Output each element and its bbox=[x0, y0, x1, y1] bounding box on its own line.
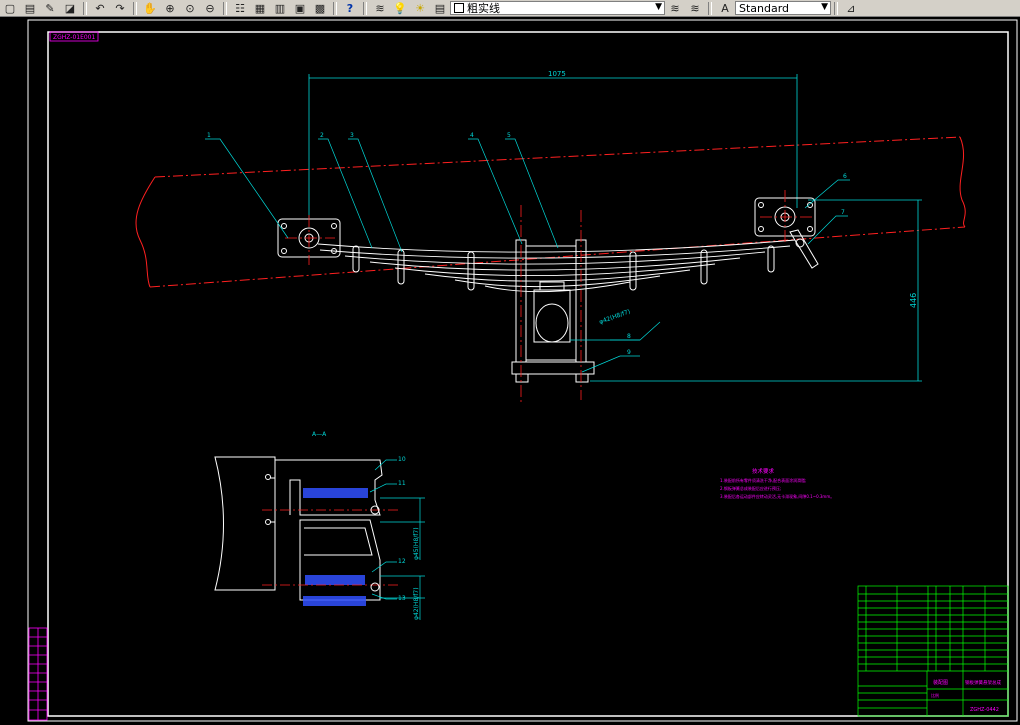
titleblock-scale: 比例 bbox=[931, 692, 939, 698]
make-current-icon[interactable]: ≋ bbox=[665, 1, 685, 16]
chevron-down-icon: ▼ bbox=[821, 2, 828, 12]
properties-icon[interactable]: ☷ bbox=[230, 1, 250, 16]
leader-label-3: 3 bbox=[350, 132, 354, 139]
toolbar-separator bbox=[83, 1, 87, 15]
titleblock-company: 装配图 bbox=[933, 679, 948, 686]
axle-seat bbox=[511, 239, 595, 383]
layer-manager-icon[interactable]: ≋ bbox=[370, 1, 390, 16]
chevron-down-icon: ▼ bbox=[655, 2, 662, 12]
new-icon[interactable]: ▢ bbox=[0, 1, 20, 16]
toolbar: ▢ ▤ ✎ ◪ ↶ ↷ ✋ ⊕ ⊙ ⊖ ☷ ▦ ▥ ▣ ▩ ? ≋ 💡 ☀ ▤ … bbox=[0, 0, 1020, 17]
centerlines bbox=[285, 190, 812, 402]
dimension-length bbox=[308, 74, 798, 220]
toolbar-separator bbox=[333, 1, 337, 15]
fit-tolerance-main: φ42(H8/f7) bbox=[598, 308, 631, 326]
text-style-dropdown[interactable]: Standard ▼ bbox=[735, 1, 831, 15]
toolbar-separator bbox=[363, 1, 367, 15]
text-style-name: Standard bbox=[739, 1, 790, 15]
dimension-height-text: 446 bbox=[909, 293, 918, 308]
leader-label-7: 7 bbox=[841, 209, 845, 216]
section-centerlines bbox=[262, 509, 400, 586]
redo-icon[interactable]: ↷ bbox=[110, 1, 130, 16]
layer-color-icon bbox=[454, 3, 464, 13]
design-center-icon[interactable]: ▦ bbox=[250, 1, 270, 16]
leader-label-5: 5 bbox=[507, 132, 511, 139]
leader-label-1: 1 bbox=[207, 132, 211, 139]
section-label: A—A bbox=[312, 431, 327, 438]
zoom-previous-icon[interactable]: ⊖ bbox=[200, 1, 220, 16]
tech-req-line-1: 1.装配前所有零件须清洗干净,配合表面涂润滑脂; bbox=[720, 477, 806, 483]
dim-style-icon[interactable]: ⊿ bbox=[841, 1, 861, 16]
fit-tolerance-section-2: φ42(H8/f7) bbox=[413, 587, 420, 620]
fit-tolerance-section-1: φ45(H8/f7) bbox=[413, 527, 420, 560]
tech-req-line-2: 2.钢板弹簧总成装配后应进行预压; bbox=[720, 485, 781, 491]
layer-sun-icon[interactable]: ☀ bbox=[410, 1, 430, 16]
open-icon[interactable]: ▤ bbox=[20, 1, 40, 16]
sheet-outer-border bbox=[27, 19, 1018, 722]
dimension-length-text: 1075 bbox=[548, 70, 566, 78]
dimension-height bbox=[590, 199, 922, 382]
toolbar-separator bbox=[133, 1, 137, 15]
tech-req-title: 技术要求 bbox=[752, 467, 775, 475]
zoom-window-icon[interactable]: ⊙ bbox=[180, 1, 200, 16]
leaf-spring-pack bbox=[317, 239, 796, 293]
brush-icon[interactable]: ◪ bbox=[60, 1, 80, 16]
toolbar-separator bbox=[708, 1, 712, 15]
pencil-icon[interactable]: ✎ bbox=[40, 1, 60, 16]
leader-label-13: 13 bbox=[398, 595, 406, 602]
text-style-icon[interactable]: A bbox=[715, 1, 735, 16]
calc-icon[interactable]: ▩ bbox=[310, 1, 330, 16]
section-hatch bbox=[303, 488, 368, 606]
rear-hanger bbox=[754, 197, 819, 269]
frame-break-left bbox=[135, 176, 156, 288]
leader-label-11: 11 bbox=[398, 480, 406, 487]
leader-label-8: 8 bbox=[627, 333, 631, 340]
help-icon[interactable]: ? bbox=[340, 1, 360, 16]
layer-lock-icon[interactable]: ▤ bbox=[430, 1, 450, 16]
leader-label-9: 9 bbox=[627, 349, 631, 356]
tool-palette-icon[interactable]: ▥ bbox=[270, 1, 290, 16]
binding-strip bbox=[28, 627, 48, 721]
pan-icon[interactable]: ✋ bbox=[140, 1, 160, 16]
leader-label-4: 4 bbox=[470, 132, 474, 139]
leader-label-12: 12 bbox=[398, 558, 406, 565]
sheet-set-icon[interactable]: ▣ bbox=[290, 1, 310, 16]
zoom-realtime-icon[interactable]: ⊕ bbox=[160, 1, 180, 16]
drawing-number: ZGHZ-01E001 bbox=[53, 34, 96, 41]
toolbar-separator bbox=[223, 1, 227, 15]
frame-break-right bbox=[959, 136, 966, 228]
leader-label-2: 2 bbox=[320, 132, 324, 139]
titleblock-name: 钢板弹簧悬架总成 bbox=[965, 679, 1001, 686]
layer-dropdown[interactable]: 粗实线 ▼ bbox=[450, 1, 665, 15]
leaders-main bbox=[205, 138, 850, 373]
layer-bulb-icon[interactable]: 💡 bbox=[390, 1, 410, 16]
tech-req-line-3: 3.装配后各运动部件应转动灵活,无卡滞现象,间隙0.1~0.3mm。 bbox=[720, 493, 834, 499]
undo-icon[interactable]: ↶ bbox=[90, 1, 110, 16]
layer-name: 粗实线 bbox=[467, 2, 500, 15]
drawing-canvas[interactable]: ZGHZ-01E001 1075 446 1 2 3 4 5 6 7 8 9 φ… bbox=[0, 17, 1020, 725]
toolbar-separator bbox=[834, 1, 838, 15]
leader-label-10: 10 bbox=[398, 456, 406, 463]
leader-label-6: 6 bbox=[843, 173, 847, 180]
titleblock-code: ZGHZ-0442 bbox=[970, 707, 999, 713]
layer-previous-icon[interactable]: ≋ bbox=[685, 1, 705, 16]
